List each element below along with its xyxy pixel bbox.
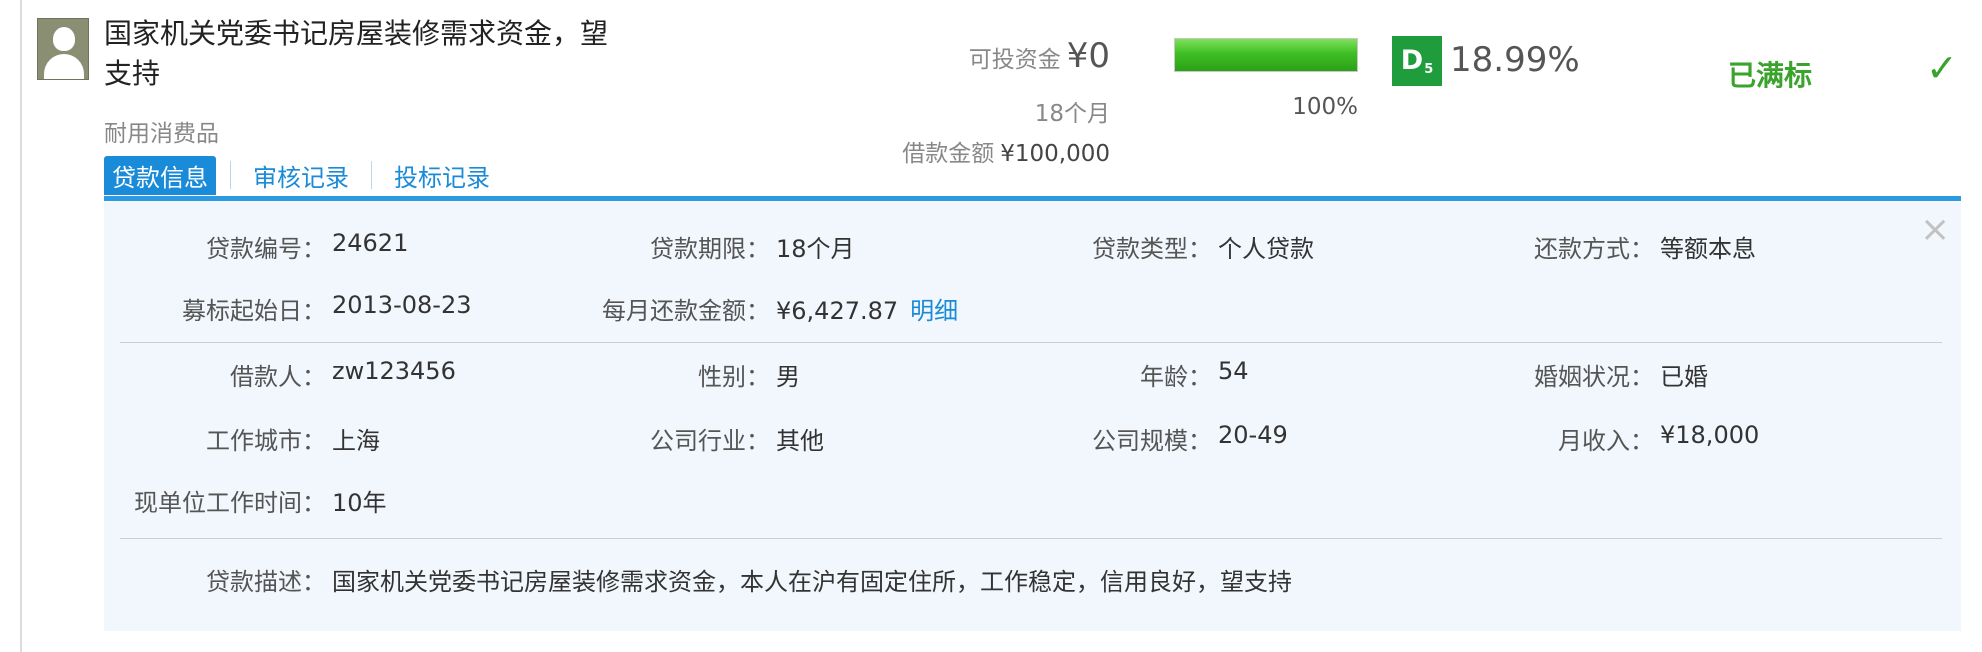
field-label: 现单位工作时间 (134, 483, 326, 518)
field-value: 18个月 (776, 235, 855, 263)
section-divider (120, 538, 1942, 539)
field-value: ¥18,000 (1660, 421, 1760, 449)
detail-row: 贷款编号 24621 贷款期限 18个月 贷款类型 个人贷款 还款方式 等额本息 (104, 229, 1961, 269)
investable-value: ¥0 (1066, 36, 1110, 76)
borrower-row: 现单位工作时间 10年 (104, 483, 1961, 523)
loan-term: 18个月 (1034, 101, 1110, 127)
interest-rate: 18.99% (1450, 40, 1580, 80)
tab-bid-record[interactable]: 投标记录 (386, 156, 498, 195)
loan-tabs: 贷款信息 审核记录 投标记录 (104, 155, 498, 195)
field-label: 公司行业 (650, 421, 770, 456)
field-value: 男 (776, 363, 800, 391)
field-value: ¥6,427.87 明细 (776, 291, 958, 326)
field-label: 还款方式 (1534, 229, 1654, 264)
field-value: 2013-08-23 (332, 291, 472, 319)
field-label: 公司规模 (1092, 421, 1212, 456)
status-badge: 已满标 (1728, 59, 1813, 92)
rating-letter: D (1400, 45, 1424, 76)
rating-subscript: 5 (1424, 62, 1434, 77)
borrower-row: 借款人 zw123456 性别 男 年龄 54 婚姻状况 已婚 (104, 357, 1961, 397)
detail-row: 募标起始日 2013-08-23 每月还款金额 ¥6,427.87 明细 (104, 291, 1961, 331)
user-avatar-icon (37, 18, 89, 80)
field-label: 借款人 (230, 357, 326, 392)
field-label: 年龄 (1140, 357, 1212, 392)
investable-label: 可投资金 (968, 47, 1061, 73)
loan-detail-panel: 贷款编号 24621 贷款期限 18个月 贷款类型 个人贷款 还款方式 等额本息… (104, 201, 1961, 631)
field-value: 20-49 (1218, 421, 1288, 449)
field-value: 54 (1218, 357, 1249, 385)
field-label: 贷款类型 (1092, 229, 1212, 264)
investable-amount: 可投资金 ¥0 (969, 36, 1110, 76)
field-value: 个人贷款 (1218, 235, 1314, 263)
tab-audit-record[interactable]: 审核记录 (245, 156, 357, 195)
field-value: 等额本息 (1660, 235, 1756, 263)
progress-fill (1175, 39, 1357, 71)
funding-progress-bar (1174, 38, 1358, 72)
field-label: 贷款期限 (650, 229, 770, 264)
field-label: 性别 (698, 357, 770, 392)
progress-percent: 100% (1292, 94, 1358, 120)
field-label: 募标起始日 (182, 291, 326, 326)
tab-divider (371, 161, 372, 189)
field-label: 贷款描述 (206, 562, 326, 597)
field-label: 月收入 (1558, 421, 1654, 456)
section-divider (120, 342, 1942, 343)
check-icon: ✓ (1926, 46, 1958, 90)
field-label: 婚姻状况 (1534, 357, 1654, 392)
field-value: 国家机关党委书记房屋装修需求资金，本人在沪有固定住所，工作稳定，信用良好，望支持 (332, 568, 1292, 596)
loan-category: 耐用消费品 (104, 121, 219, 147)
monthly-value: ¥6,427.87 (776, 297, 899, 325)
loan-amount: 借款金额 ¥100,000 (902, 134, 1110, 168)
field-label: 工作城市 (206, 421, 326, 456)
field-label: 贷款编号 (206, 229, 326, 264)
loan-title[interactable]: 国家机关党委书记房屋装修需求资金，望支持 (104, 14, 624, 94)
field-value: 24621 (332, 229, 409, 257)
field-value: 已婚 (1660, 363, 1708, 391)
monthly-detail-link[interactable]: 明细 (910, 297, 958, 325)
borrower-row: 工作城市 上海 公司行业 其他 公司规模 20-49 月收入 ¥18,000 (104, 421, 1961, 461)
field-value: 其他 (776, 427, 824, 455)
description-row: 贷款描述 国家机关党委书记房屋装修需求资金，本人在沪有固定住所，工作稳定，信用良… (104, 562, 1961, 602)
amount-label: 借款金额 (902, 141, 995, 167)
field-label: 每月还款金额 (602, 291, 770, 326)
credit-rating-badge: D5 (1392, 36, 1442, 86)
tab-divider (230, 161, 231, 189)
field-value: 上海 (332, 427, 380, 455)
close-icon[interactable]: × (1920, 212, 1950, 248)
field-value: 10年 (332, 489, 387, 517)
tab-loan-info[interactable]: 贷款信息 (104, 155, 216, 195)
amount-value: ¥100,000 (1000, 141, 1110, 167)
field-value: zw123456 (332, 357, 456, 385)
